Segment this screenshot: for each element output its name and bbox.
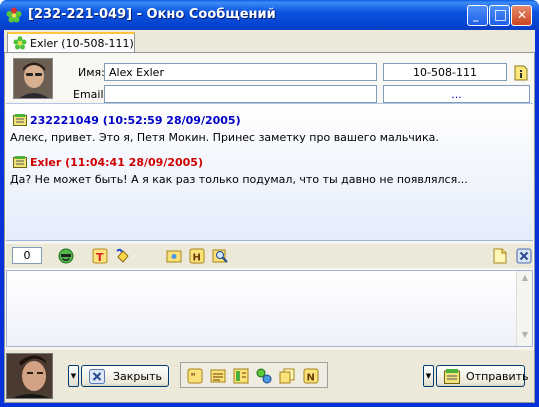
- own-avatar: [6, 353, 53, 399]
- template-icon[interactable]: [210, 368, 226, 384]
- contact-info: Имя: Alex Exler 10-508-111 Email: ...: [7, 55, 534, 103]
- tab-strip: Exler (10-508-111): [4, 30, 535, 52]
- message-window: [232-221-049] - Окно Сообщений _ □ ✕ Exl…: [0, 0, 539, 407]
- flower-icon: [6, 7, 22, 23]
- message-sender: 232221049: [30, 114, 99, 127]
- notes-icon[interactable]: N: [303, 368, 319, 384]
- char-counter: 0: [12, 247, 42, 264]
- close-button[interactable]: Закрыть: [81, 365, 169, 387]
- name-field[interactable]: Alex Exler: [104, 63, 377, 81]
- send-icon: [444, 369, 460, 384]
- svg-text:T: T: [96, 251, 104, 264]
- svg-text:H: H: [193, 253, 201, 264]
- insert-image-icon[interactable]: [166, 248, 182, 264]
- close-options-dropdown[interactable]: ▼: [68, 365, 79, 387]
- message-input[interactable]: ▲ ▼: [6, 270, 533, 347]
- format-toolbar: 0 T H: [6, 244, 533, 268]
- message-header-1: 232221049 (10:52:59 28/09/2005): [13, 114, 241, 127]
- bottom-bar: ▼ Закрыть " N ▼ Отправить: [5, 350, 534, 402]
- send-button[interactable]: Отправить: [436, 365, 529, 387]
- send-button-label: Отправить: [466, 370, 529, 383]
- message-time: (10:52:59 28/09/2005): [102, 114, 241, 127]
- message-icon: [13, 156, 27, 168]
- svg-text:N: N: [307, 373, 315, 384]
- tab-contact-exler[interactable]: Exler (10-508-111): [7, 32, 135, 52]
- transfer-icon[interactable]: [256, 368, 272, 384]
- scroll-down-arrow[interactable]: ▼: [520, 330, 530, 344]
- smiley-icon[interactable]: [58, 248, 74, 264]
- user-info-icon[interactable]: [514, 65, 528, 81]
- text-color-icon[interactable]: T: [92, 248, 108, 264]
- chat-panel: Имя: Alex Exler 10-508-111 Email: ... 23…: [4, 52, 535, 403]
- name-label: Имя:: [78, 66, 105, 79]
- title-bar[interactable]: [232-221-049] - Окно Сообщений _ □ ✕: [0, 0, 539, 30]
- extra-info-field[interactable]: ...: [383, 85, 530, 103]
- quote-icon[interactable]: ": [187, 368, 203, 384]
- quick-actions-group: " N: [180, 362, 328, 388]
- email-field[interactable]: [104, 85, 377, 103]
- message-header-2: Exler (11:04:41 28/09/2005): [13, 156, 203, 169]
- maximize-button[interactable]: □: [489, 5, 510, 26]
- send-options-dropdown[interactable]: ▼: [423, 365, 434, 387]
- contacts-icon[interactable]: [233, 368, 249, 384]
- online-status-icon: [13, 36, 27, 50]
- message-icon: [13, 114, 27, 126]
- message-text-2: Да? Не может быть! А я как раз только по…: [10, 173, 468, 186]
- close-button-label: Закрыть: [113, 370, 162, 383]
- uin-field[interactable]: 10-508-111: [383, 63, 507, 81]
- message-text-1: Алекс, привет. Это я, Петя Мокин. Принес…: [10, 131, 439, 144]
- message-sender: Exler: [30, 156, 62, 169]
- history-icon[interactable]: H: [189, 248, 205, 264]
- background-color-icon[interactable]: [115, 248, 131, 264]
- window-title: [232-221-049] - Окно Сообщений: [28, 7, 276, 22]
- window-client: Exler (10-508-111) Имя: Alex Exler 10-50…: [4, 30, 535, 403]
- email-label: Email:: [73, 88, 108, 101]
- minimize-button[interactable]: _: [467, 5, 488, 26]
- tab-label: Exler (10-508-111): [30, 37, 134, 50]
- contact-avatar: [13, 58, 53, 99]
- copy-icon[interactable]: [279, 368, 295, 384]
- close-window-button[interactable]: ✕: [511, 5, 532, 26]
- svg-text:": ": [191, 372, 196, 383]
- scroll-up-arrow[interactable]: ▲: [520, 273, 530, 287]
- message-history[interactable]: 232221049 (10:52:59 28/09/2005) Алекс, п…: [6, 103, 533, 241]
- search-history-icon[interactable]: [212, 248, 228, 264]
- close-x-icon: [89, 369, 105, 384]
- input-scrollbar[interactable]: ▲ ▼: [516, 271, 532, 346]
- note-icon[interactable]: [492, 248, 508, 264]
- message-time: (11:04:41 28/09/2005): [65, 156, 203, 169]
- close-panel-icon[interactable]: [516, 248, 532, 264]
